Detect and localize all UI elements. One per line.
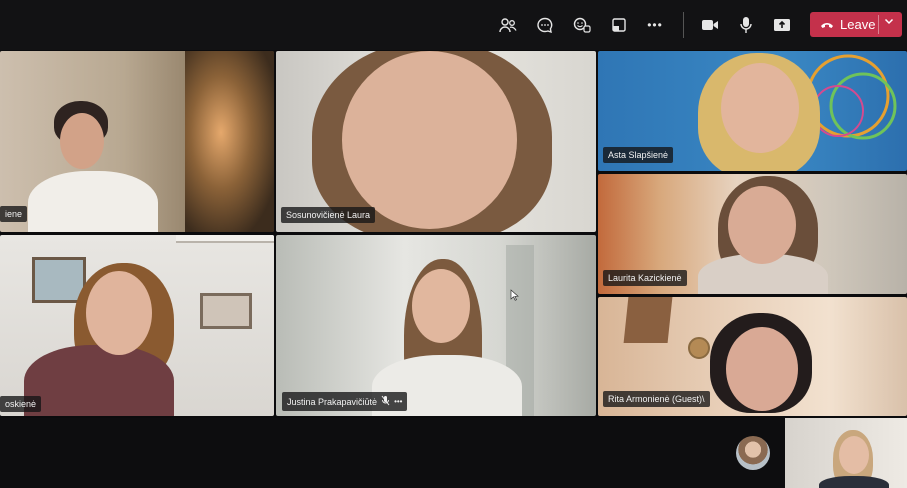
video-tile[interactable]: iene (0, 51, 274, 232)
face (839, 436, 869, 474)
video-tile[interactable]: Rita Armonienė (Guest)\ (598, 297, 907, 416)
face (86, 271, 152, 355)
share-tray-icon[interactable] (604, 11, 634, 39)
self-view-bar (0, 418, 907, 488)
chat-icon[interactable] (530, 11, 560, 39)
video-tile[interactable]: Laurita Kazickienė (598, 174, 907, 294)
participant-name-label: Rita Armonienė (Guest)\ (603, 391, 710, 407)
participant-name-label: Justina Prakapavičiūtė ••• (282, 392, 408, 411)
leave-label: Leave (840, 17, 876, 32)
video-tile[interactable]: Justina Prakapavičiūtė ••• (276, 235, 596, 416)
mouse-cursor-icon (510, 288, 520, 301)
leave-split-divider (878, 15, 879, 34)
face (412, 269, 470, 343)
face (728, 186, 796, 264)
participant-name-label: Laurita Kazickienė (603, 270, 687, 286)
toolbar-divider (683, 12, 684, 38)
share-icon[interactable] (767, 11, 797, 39)
mic-muted-icon (381, 395, 390, 408)
video-tile[interactable]: Sosunovičienė Laura (276, 51, 596, 232)
video-tile[interactable]: oskienė (0, 235, 274, 416)
react-icon[interactable] (567, 11, 597, 39)
leave-button[interactable]: Leave (810, 12, 902, 37)
video-tile[interactable]: Asta Slapšienė (598, 51, 907, 171)
chevron-down-icon[interactable] (884, 15, 894, 29)
participant-name-label: iene (0, 206, 28, 222)
wall-clock (688, 337, 710, 359)
participant-name-label: Sosunovičienė Laura (281, 207, 376, 223)
avatar[interactable] (736, 436, 770, 470)
lamp-light (185, 51, 274, 232)
participant-name-label: oskienė (0, 396, 42, 412)
wall-picture (623, 297, 673, 343)
face (342, 51, 517, 229)
mic-icon[interactable] (731, 11, 761, 39)
more-options-icon[interactable]: ••• (394, 397, 402, 406)
people-icon[interactable] (493, 11, 523, 39)
face (60, 113, 104, 169)
face (721, 63, 799, 153)
face (726, 327, 798, 411)
phone-hangup-icon (820, 17, 834, 32)
self-view-video[interactable] (785, 418, 907, 488)
camera-icon[interactable] (695, 11, 725, 39)
meeting-toolbar: ••• Leave (0, 0, 907, 50)
more-icon[interactable]: ••• (640, 11, 670, 39)
wall-picture (200, 293, 252, 329)
participant-name-label: Asta Slapšienė (603, 147, 674, 163)
